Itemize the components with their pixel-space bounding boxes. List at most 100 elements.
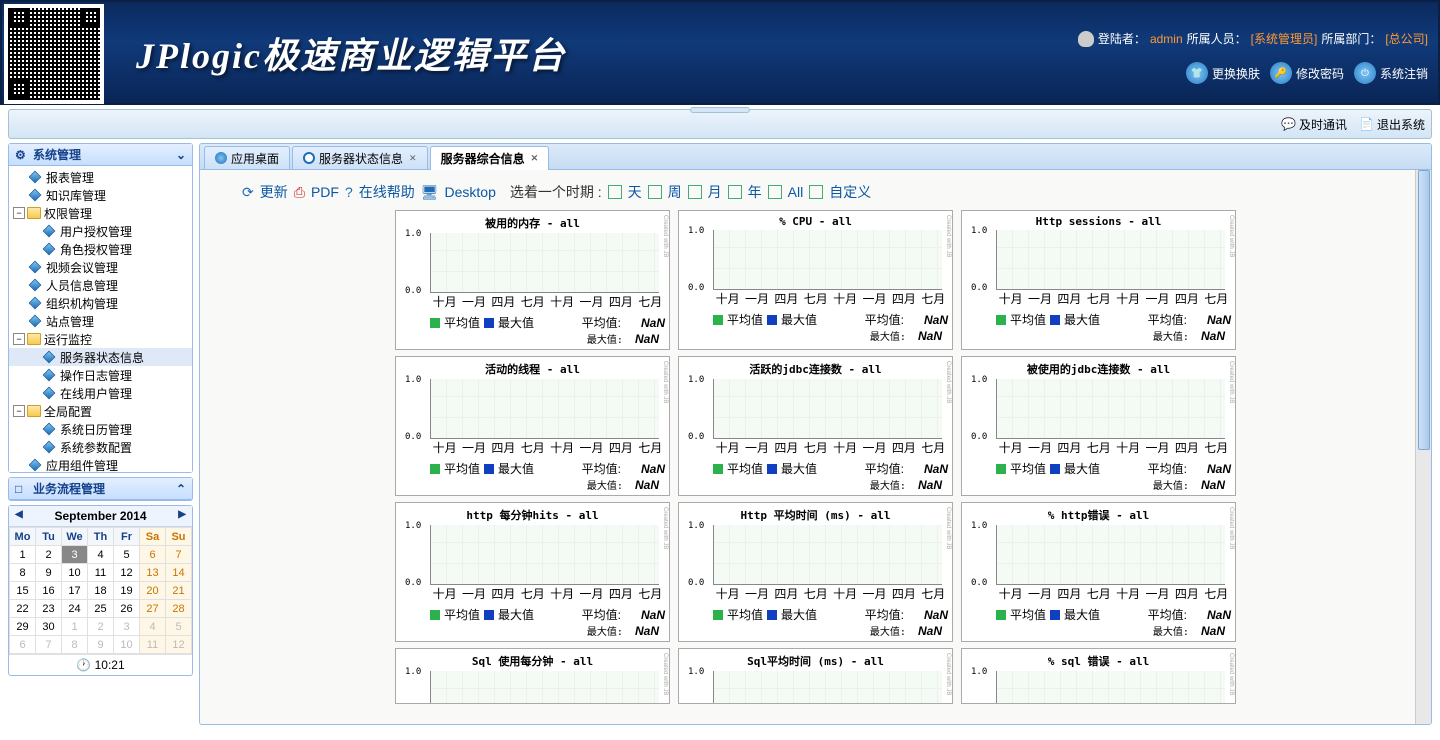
cal-day[interactable]: 13 xyxy=(140,564,166,582)
cal-day[interactable]: 7 xyxy=(36,636,62,654)
tree-item-org[interactable]: 组织机构管理 xyxy=(9,294,192,312)
system-mgmt-header[interactable]: ⚙ 系统管理 ⌄ xyxy=(9,144,192,166)
tree-item-personnel[interactable]: 人员信息管理 xyxy=(9,276,192,294)
cal-day[interactable]: 1 xyxy=(62,618,88,636)
cal-day[interactable]: 6 xyxy=(10,636,36,654)
cal-day[interactable]: 8 xyxy=(10,564,36,582)
cal-day[interactable]: 15 xyxy=(10,582,36,600)
cal-day[interactable]: 8 xyxy=(62,636,88,654)
period-day[interactable]: 天 xyxy=(628,182,642,202)
exit-system-button[interactable]: 📄退出系统 xyxy=(1359,116,1425,133)
tab-server-status[interactable]: 服务器状态信息✕ xyxy=(292,146,428,169)
cal-day[interactable]: 9 xyxy=(36,564,62,582)
cal-day[interactable]: 1 xyxy=(10,546,36,564)
cal-day[interactable]: 14 xyxy=(166,564,192,582)
tree-item-global[interactable]: −全局配置 xyxy=(9,402,192,420)
tab-desktop[interactable]: 应用桌面 xyxy=(204,146,290,169)
change-skin-button[interactable]: 👕更换换肤 xyxy=(1186,62,1260,84)
desktop-link[interactable]: Desktop xyxy=(445,184,496,200)
tree-item-appcomp[interactable]: 应用组件管理 xyxy=(9,456,192,472)
cal-day[interactable]: 10 xyxy=(62,564,88,582)
cal-day[interactable]: 11 xyxy=(140,636,166,654)
cal-day[interactable]: 28 xyxy=(166,600,192,618)
cal-day[interactable]: 5 xyxy=(166,618,192,636)
cal-day[interactable]: 7 xyxy=(166,546,192,564)
scrollbar[interactable] xyxy=(1415,170,1431,724)
dept-value[interactable]: [总公司] xyxy=(1385,30,1428,47)
login-user[interactable]: admin xyxy=(1150,32,1183,46)
cal-day[interactable]: 3 xyxy=(114,618,140,636)
cal-day[interactable]: 4 xyxy=(88,546,114,564)
collapse-icon[interactable]: − xyxy=(13,207,25,219)
cal-day[interactable]: 22 xyxy=(10,600,36,618)
cal-day[interactable]: 29 xyxy=(10,618,36,636)
cal-day[interactable]: 3 xyxy=(62,546,88,564)
cal-day[interactable]: 5 xyxy=(114,546,140,564)
chart-panel[interactable]: Created with JB % http错误 - all 1.0 0.0 十… xyxy=(961,502,1236,642)
tree-item-oplog[interactable]: 操作日志管理 xyxy=(9,366,192,384)
close-icon[interactable]: ✕ xyxy=(409,153,417,164)
tree-item-monitor[interactable]: −运行监控 xyxy=(9,330,192,348)
cal-day[interactable]: 11 xyxy=(88,564,114,582)
drag-handle[interactable] xyxy=(690,107,750,113)
period-all[interactable]: All xyxy=(788,184,804,200)
collapse-icon[interactable]: − xyxy=(13,333,25,345)
period-week[interactable]: 周 xyxy=(668,182,682,202)
chart-panel[interactable]: Created with JB Sql平均时间 (ms) - all 1.0 0… xyxy=(678,648,953,704)
tree-item-site[interactable]: 站点管理 xyxy=(9,312,192,330)
cal-day[interactable]: 18 xyxy=(88,582,114,600)
cal-day[interactable]: 2 xyxy=(88,618,114,636)
tree-item-video[interactable]: 视频会议管理 xyxy=(9,258,192,276)
chart-panel[interactable]: Created with JB Http sessions - all 1.0 … xyxy=(961,210,1236,350)
chart-panel[interactable]: Created with JB 活跃的jdbc连接数 - all 1.0 0.0… xyxy=(678,356,953,496)
chart-panel[interactable]: Created with JB 被使用的jdbc连接数 - all 1.0 0.… xyxy=(961,356,1236,496)
cal-day[interactable]: 4 xyxy=(140,618,166,636)
cal-day[interactable]: 30 xyxy=(36,618,62,636)
im-button[interactable]: 💬及时通讯 xyxy=(1281,116,1347,133)
tree-item-permission[interactable]: −权限管理 xyxy=(9,204,192,222)
logout-button[interactable]: ⏻系统注销 xyxy=(1354,62,1428,84)
cal-day[interactable]: 12 xyxy=(166,636,192,654)
chart-panel[interactable]: Created with JB Sql 使用每分钟 - all 1.0 0.0 … xyxy=(395,648,670,704)
cal-day[interactable]: 9 xyxy=(88,636,114,654)
cal-next-button[interactable]: ▶ xyxy=(178,509,186,520)
tree-item-online-users[interactable]: 在线用户管理 xyxy=(9,384,192,402)
chart-panel[interactable]: Created with JB 活动的线程 - all 1.0 0.0 十月一月… xyxy=(395,356,670,496)
change-password-button[interactable]: 🔑修改密码 xyxy=(1270,62,1344,84)
workflow-header[interactable]: □ 业务流程管理 ⌃ xyxy=(9,478,192,500)
chevron-up-icon[interactable]: ⌃ xyxy=(176,482,186,496)
chart-panel[interactable]: Created with JB 被用的内存 - all 1.0 0.0 十月一月… xyxy=(395,210,670,350)
calendar-month[interactable]: September 2014 xyxy=(54,509,146,523)
cal-day[interactable]: 24 xyxy=(62,600,88,618)
chart-panel[interactable]: Created with JB % CPU - all 1.0 0.0 十月一月… xyxy=(678,210,953,350)
cal-prev-button[interactable]: ◀ xyxy=(15,509,23,520)
cal-day[interactable]: 17 xyxy=(62,582,88,600)
close-icon[interactable]: ✕ xyxy=(531,153,539,164)
cal-day[interactable]: 10 xyxy=(114,636,140,654)
cal-day[interactable]: 23 xyxy=(36,600,62,618)
tree-item-role-auth[interactable]: 角色授权管理 xyxy=(9,240,192,258)
tree-item-calendar[interactable]: 系统日历管理 xyxy=(9,420,192,438)
pdf-link[interactable]: PDF xyxy=(311,184,339,200)
chart-panel[interactable]: Created with JB % sql 错误 - all 1.0 0.0 十… xyxy=(961,648,1236,704)
tree-item-sysparam[interactable]: 系统参数配置 xyxy=(9,438,192,456)
collapse-icon[interactable]: − xyxy=(13,405,25,417)
cal-day[interactable]: 26 xyxy=(114,600,140,618)
chart-panel[interactable]: Created with JB http 每分钟hits - all 1.0 0… xyxy=(395,502,670,642)
member-value[interactable]: [系统管理员] xyxy=(1251,30,1318,47)
cal-day[interactable]: 12 xyxy=(114,564,140,582)
cal-day[interactable]: 27 xyxy=(140,600,166,618)
tree-item-knowledge[interactable]: 知识库管理 xyxy=(9,186,192,204)
tree-item-user-auth[interactable]: 用户授权管理 xyxy=(9,222,192,240)
period-custom[interactable]: 自定义 xyxy=(829,182,871,202)
cal-day[interactable]: 21 xyxy=(166,582,192,600)
cal-day[interactable]: 19 xyxy=(114,582,140,600)
period-year[interactable]: 年 xyxy=(748,182,762,202)
refresh-link[interactable]: 更新 xyxy=(260,182,288,202)
chevron-down-icon[interactable]: ⌄ xyxy=(176,148,186,162)
tab-server-summary[interactable]: 服务器综合信息✕ xyxy=(430,146,550,170)
cal-day[interactable]: 25 xyxy=(88,600,114,618)
tree-item-report[interactable]: 报表管理 xyxy=(9,168,192,186)
tree-item-server-status[interactable]: 服务器状态信息 xyxy=(9,348,192,366)
cal-day[interactable]: 16 xyxy=(36,582,62,600)
